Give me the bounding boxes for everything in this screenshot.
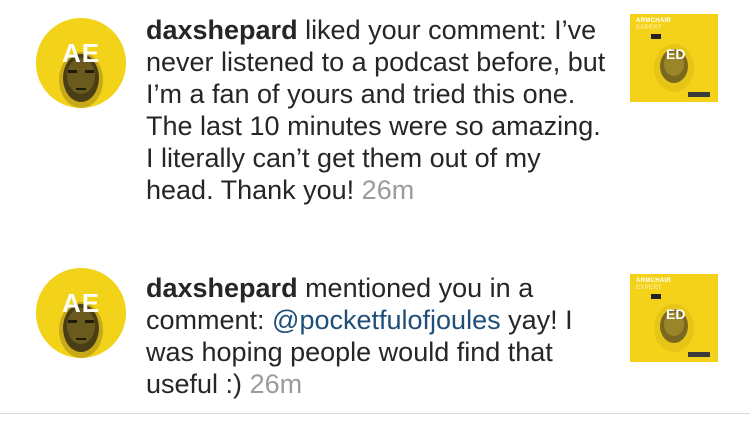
avatar[interactable]: AE: [36, 268, 126, 358]
cover-initials: ED: [666, 46, 686, 62]
notification-text: daxshepard mentioned you in a comment: @…: [146, 272, 611, 400]
username-link[interactable]: daxshepard: [146, 273, 298, 303]
mention-link[interactable]: @pocketfulofjoules: [272, 305, 501, 335]
post-thumbnail[interactable]: ARMCHAIR EXPERT ED: [630, 274, 718, 362]
timestamp: 26m: [249, 369, 303, 399]
cover-badge: [651, 294, 661, 299]
divider: [0, 413, 750, 414]
cover-title: ARMCHAIR: [636, 278, 672, 284]
cover-subtitle: EXPERT: [636, 25, 662, 31]
timestamp: 26m: [361, 175, 415, 205]
cover-initials: ED: [666, 306, 686, 322]
cover-badge: [651, 34, 661, 39]
notification-row[interactable]: AE daxshepard mentioned you in a comment…: [0, 260, 750, 410]
cover-subtitle: EXPERT: [636, 285, 662, 291]
avatar-initials: AE: [61, 288, 101, 318]
notification-row[interactable]: AE daxshepard liked your comment: I’ve n…: [0, 0, 750, 260]
cover-title: ARMCHAIR: [636, 18, 672, 24]
notification-text: daxshepard liked your comment: I’ve neve…: [146, 14, 611, 206]
username-link[interactable]: daxshepard: [146, 15, 298, 45]
post-thumbnail[interactable]: ARMCHAIR EXPERT ED: [630, 14, 718, 102]
avatar[interactable]: AE: [36, 18, 126, 108]
avatar-initials: AE: [61, 38, 101, 68]
